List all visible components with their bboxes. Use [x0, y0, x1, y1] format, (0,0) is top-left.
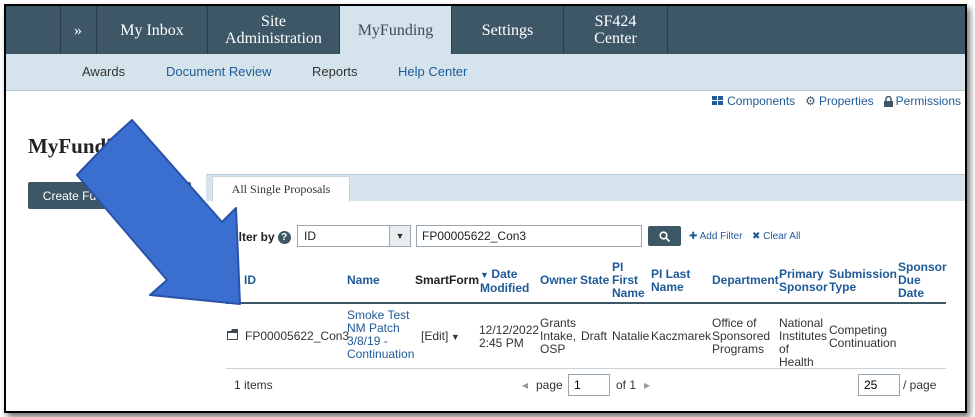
permissions-label: Permissions — [895, 94, 961, 108]
filter-field-value: ID — [304, 229, 316, 243]
per-page-label: / page — [903, 378, 937, 392]
search-button[interactable] — [648, 226, 681, 246]
create-funding-proposal-button[interactable]: Create Funding Proposal — [28, 182, 191, 209]
row-name-link[interactable]: Smoke Test NM Patch 3/8/19 - Continuatio… — [347, 309, 415, 361]
row-state: Draft — [581, 329, 608, 343]
top-nav: » My Inbox Site Administration MyFunding… — [6, 6, 965, 54]
table-row-divider — [226, 368, 946, 369]
nav-spacer — [6, 6, 61, 54]
row-smartform-edit[interactable]: [Edit] ▼ — [421, 330, 460, 344]
col-header-smartform: SmartForm — [415, 273, 480, 287]
page-title: MyFunding — [28, 134, 135, 158]
help-icon[interactable]: ? — [277, 230, 291, 244]
col-header-pi-last-name[interactable]: PI Last Name — [651, 268, 697, 294]
page-of-label: of 1 — [616, 378, 637, 392]
filter-field-select[interactable]: ID ▼ — [297, 225, 411, 247]
folder-icon — [227, 329, 238, 340]
page-tools: Components ⚙ Properties Permissions — [712, 94, 961, 108]
permissions-link[interactable]: Permissions — [883, 94, 961, 108]
page-label: page — [536, 378, 563, 392]
col-header-state[interactable]: State — [580, 274, 609, 287]
row-owner: Grants Intake, OSP — [540, 316, 577, 356]
tab-all-single-proposals[interactable]: All Single Proposals — [212, 176, 350, 202]
tab-label: Settings — [481, 21, 534, 39]
prev-page-icon[interactable]: ◂ — [522, 378, 528, 392]
lock-icon — [883, 95, 893, 107]
tab-label: My Inbox — [120, 21, 184, 39]
next-page-icon[interactable]: ▸ — [644, 378, 650, 392]
row-date-modified: 12/12/2022 2:45 PM — [479, 323, 540, 350]
filter-label-text: Filter by — [228, 230, 275, 244]
col-header-department[interactable]: Department — [712, 274, 779, 287]
row-primary-sponsor: National Institutes of Health — [779, 316, 828, 369]
row-department: Office of Sponsored Programs — [712, 316, 771, 356]
tab-site-administration[interactable]: Site Administration — [208, 6, 340, 54]
tab-label: Site Administration — [225, 13, 322, 47]
sub-nav: Awards Document Review Reports Help Cent… — [6, 54, 965, 91]
add-filter-link[interactable]: ✚ Add Filter — [689, 231, 742, 242]
subnav-reports[interactable]: Reports — [312, 64, 358, 79]
col-header-owner[interactable]: Owner — [540, 274, 577, 287]
row-pi-first-name: Natalie — [612, 329, 650, 343]
double-chevron-icon: » — [74, 21, 82, 39]
subnav-help-center[interactable]: Help Center — [398, 64, 467, 79]
browser-frame: » My Inbox Site Administration MyFunding… — [4, 4, 967, 413]
page-number-input[interactable]: 1 — [568, 374, 610, 396]
table-header-divider — [226, 302, 946, 304]
plus-icon: ✚ — [689, 231, 700, 242]
add-filter-label: Add Filter — [699, 231, 743, 242]
search-icon — [659, 230, 670, 242]
filter-value-input[interactable]: FP00005622_Con3 — [416, 225, 642, 247]
col-header-submission-type[interactable]: Submission Type — [829, 268, 899, 294]
components-label: Components — [727, 94, 796, 108]
tab-my-inbox[interactable]: My Inbox — [97, 6, 208, 54]
tab-sf424-center[interactable]: SF424 Center — [564, 6, 668, 54]
properties-label: Properties — [818, 94, 874, 108]
row-id[interactable]: FP00005622_Con3 — [245, 330, 349, 343]
col-header-id[interactable]: ID — [244, 274, 256, 287]
tab-label: MyFunding — [357, 21, 434, 39]
tab-settings[interactable]: Settings — [452, 6, 564, 54]
col-header-primary-sponsor[interactable]: Primary Sponsor — [779, 268, 829, 294]
clear-all-label: Clear All — [763, 231, 801, 242]
row-submission-type: Competing Continuation — [829, 323, 897, 350]
dropdown-arrow-icon: ▼ — [389, 226, 410, 246]
properties-link[interactable]: ⚙ Properties — [805, 94, 873, 108]
tab-label: SF424 Center — [594, 13, 637, 47]
components-link[interactable]: Components — [712, 94, 795, 108]
items-count: 1 items — [234, 378, 273, 392]
close-icon: ✖ — [752, 231, 764, 242]
col-header-sponsor-due-date[interactable]: Sponsor Due Date — [898, 261, 948, 300]
per-page-input[interactable]: 25 — [858, 374, 900, 396]
grid-icon — [712, 96, 724, 105]
col-header-name[interactable]: Name — [347, 274, 380, 287]
sort-desc-icon: ▼ — [480, 270, 492, 280]
caret-down-icon: ▼ — [448, 332, 460, 342]
expand-nav-button[interactable]: » — [60, 6, 97, 54]
col-header-pi-first-name[interactable]: PI First Name — [612, 261, 646, 300]
subnav-awards[interactable]: Awards — [82, 64, 125, 79]
edit-label: [Edit] — [421, 329, 449, 343]
col-header-date-modified[interactable]: ▼ Date Modified — [480, 268, 536, 295]
filter-label: Filter by ? — [228, 230, 291, 244]
gear-icon: ⚙ — [805, 94, 816, 108]
tab-myfunding[interactable]: MyFunding — [340, 6, 452, 54]
subnav-document-review[interactable]: Document Review — [166, 64, 272, 79]
clear-all-link[interactable]: ✖ Clear All — [752, 231, 800, 242]
row-pi-last-name: Kaczmarek — [651, 329, 712, 343]
